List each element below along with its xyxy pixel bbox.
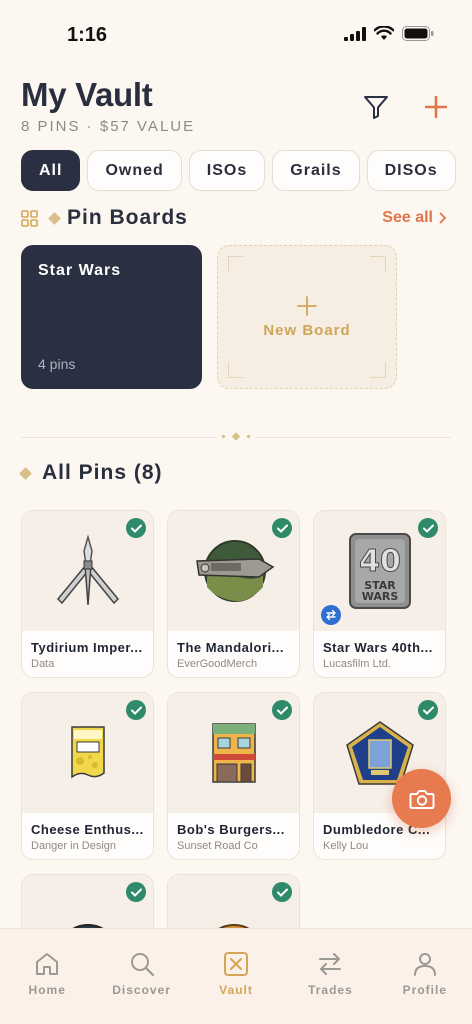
tab-vault-label: Vault <box>219 983 253 997</box>
tab-discover-label: Discover <box>112 983 171 997</box>
all-pins-header: All Pins (8) <box>19 461 447 485</box>
corner-decoration <box>228 362 244 378</box>
vault-icon <box>224 952 249 976</box>
filter-chip-grails[interactable]: Grails <box>272 150 360 191</box>
all-pins-title: All Pins (8) <box>42 461 163 484</box>
profile-icon <box>413 953 436 976</box>
see-all-link[interactable]: See all <box>382 209 447 227</box>
tab-discover[interactable]: Discover <box>94 929 188 1024</box>
plus-icon <box>425 96 447 118</box>
pin-name: Tydirium Imper... <box>31 640 143 655</box>
pin-maker: EverGoodMerch <box>177 658 258 670</box>
owned-check-icon <box>126 518 146 538</box>
board-card-star-wars[interactable]: Star Wars 4 pins <box>21 245 202 389</box>
pin-maker: Kelly Lou <box>323 840 369 852</box>
pin-name: Bob's Burgers... <box>177 822 285 837</box>
tab-profile[interactable]: Profile <box>378 929 472 1024</box>
razor-crest-pin-image <box>195 540 274 602</box>
status-time: 1:16 <box>67 24 108 46</box>
diamond-icon <box>19 466 32 480</box>
owned-check-icon <box>126 700 146 720</box>
filter-button[interactable] <box>361 92 391 122</box>
bobs-burgers-pin-image <box>211 723 256 783</box>
plus-icon <box>297 295 317 316</box>
divider-ornament <box>221 432 251 441</box>
divider-line <box>256 437 451 438</box>
chevron-right-icon <box>439 212 447 224</box>
grid-icon <box>21 209 38 227</box>
search-icon <box>130 953 154 977</box>
tab-bar: Home Discover Vault Trades Profile <box>0 928 472 1024</box>
pin-card[interactable]: The Mandalori... EverGoodMerch <box>167 510 300 678</box>
pin-card[interactable]: 40 STAR WARS Star Wars 40th... Lucasfilm… <box>313 510 446 678</box>
filter-chip-all[interactable]: All <box>21 150 81 191</box>
svg-text:WARS: WARS <box>361 590 398 603</box>
pin-maker: Danger in Design <box>31 840 116 852</box>
header-actions <box>361 92 451 122</box>
see-all-label: See all <box>382 209 433 226</box>
cellular-signal-icon <box>344 26 366 41</box>
status-bar: 1:16 <box>0 0 472 70</box>
cheese-pin-image <box>70 726 105 779</box>
svg-text:40: 40 <box>359 544 401 579</box>
filter-chip-owned[interactable]: Owned <box>87 150 182 191</box>
tab-home[interactable]: Home <box>0 929 94 1024</box>
corner-decoration <box>228 256 244 272</box>
trade-swap-icon <box>321 605 341 625</box>
pin-image <box>168 511 299 631</box>
filter-icon <box>364 96 388 119</box>
tab-home-label: Home <box>28 983 66 997</box>
filter-chips: All Owned ISOs Grails DISOs <box>21 150 472 192</box>
owned-check-icon <box>418 700 438 720</box>
tab-trades-label: Trades <box>308 983 353 997</box>
battery-icon <box>402 26 434 41</box>
star-wars-40th-pin-image: 40 STAR WARS <box>348 533 411 609</box>
camera-scan-button[interactable] <box>392 769 451 828</box>
pin-image <box>22 693 153 813</box>
owned-check-icon <box>272 882 292 902</box>
pin-boards-header: Pin Boards See all <box>21 206 447 230</box>
shuttle-pin-image <box>56 534 119 606</box>
pin-image <box>22 511 153 631</box>
owned-check-icon <box>418 518 438 538</box>
tab-profile-label: Profile <box>402 983 447 997</box>
section-divider <box>21 432 451 441</box>
add-pin-button[interactable] <box>421 92 451 122</box>
camera-icon <box>409 789 434 809</box>
owned-check-icon <box>126 882 146 902</box>
header: My Vault 8 PINS · $57 VALUE <box>21 76 451 140</box>
corner-decoration <box>370 256 386 272</box>
pin-maker: Sunset Road Co <box>177 840 258 852</box>
tab-vault[interactable]: Vault <box>189 929 283 1024</box>
owned-check-icon <box>272 700 292 720</box>
divider-line <box>21 437 216 438</box>
tab-trades[interactable]: Trades <box>283 929 377 1024</box>
filter-chip-disos[interactable]: DISOs <box>366 150 456 191</box>
boards-row: Star Wars 4 pins New Board <box>21 245 397 389</box>
owned-check-icon <box>272 518 292 538</box>
pin-boards-title: Pin Boards <box>67 206 188 229</box>
pin-name: Cheese Enthus... <box>31 822 144 837</box>
pin-image <box>168 693 299 813</box>
home-icon <box>36 953 59 975</box>
pin-card[interactable]: Cheese Enthus... Danger in Design <box>21 692 154 860</box>
pin-name: The Mandalori... <box>177 640 284 655</box>
corner-decoration <box>370 362 386 378</box>
new-board-label: New Board <box>263 321 351 339</box>
wifi-icon <box>374 26 394 40</box>
pin-name: Star Wars 40th... <box>323 640 433 655</box>
trades-icon <box>319 953 342 975</box>
new-board-button[interactable]: New Board <box>217 245 397 389</box>
pin-maker: Data <box>31 658 55 670</box>
board-name: Star Wars <box>38 262 122 279</box>
pin-card[interactable]: Tydirium Imper... Data <box>21 510 154 678</box>
diamond-icon <box>48 211 61 225</box>
status-icons <box>344 26 434 41</box>
pin-maker: Lucasfilm Ltd. <box>323 658 391 670</box>
pin-card[interactable]: Bob's Burgers... Sunset Road Co <box>167 692 300 860</box>
pin-image: 40 STAR WARS <box>314 511 445 631</box>
filter-chip-isos[interactable]: ISOs <box>188 150 266 191</box>
board-pin-count: 4 pins <box>38 356 76 372</box>
